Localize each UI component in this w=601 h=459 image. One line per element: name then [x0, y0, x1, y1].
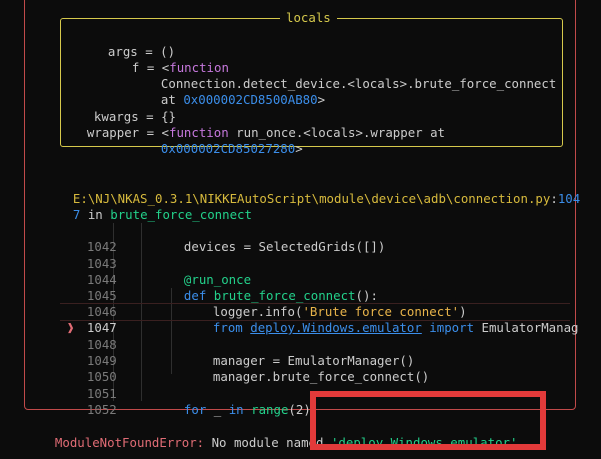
- locals-key: wrapper: [86, 125, 140, 140]
- error-type: ModuleNotFoundError:: [54, 435, 205, 450]
- function-name: brute_force_connect: [110, 207, 252, 222]
- code-for: for _ in range(2):: [183, 402, 319, 417]
- locals-row-wrapper-addr: 0x000002CD85027280>: [160, 141, 303, 156]
- line-number: 104: [557, 191, 581, 206]
- locals-address: 0x000002CD85027280: [160, 141, 296, 156]
- module-link[interactable]: deploy.Windows.emulator: [250, 320, 422, 335]
- code-text: devices = SelectedGrids([]): [183, 239, 386, 254]
- file-location-cont: 7 in brute_force_connect: [72, 207, 252, 222]
- locals-title: locals: [280, 10, 337, 26]
- code-line: 1052: [72, 386, 117, 418]
- code-import: from deploy.Windows.emulator import Emul…: [212, 320, 579, 335]
- line-number: 1052: [86, 402, 117, 417]
- annotation-highlight-box: [310, 391, 546, 450]
- locals-address: 0x000002CD8500AB80: [183, 92, 318, 107]
- code-text: manager.brute_force_connect(): [212, 369, 430, 384]
